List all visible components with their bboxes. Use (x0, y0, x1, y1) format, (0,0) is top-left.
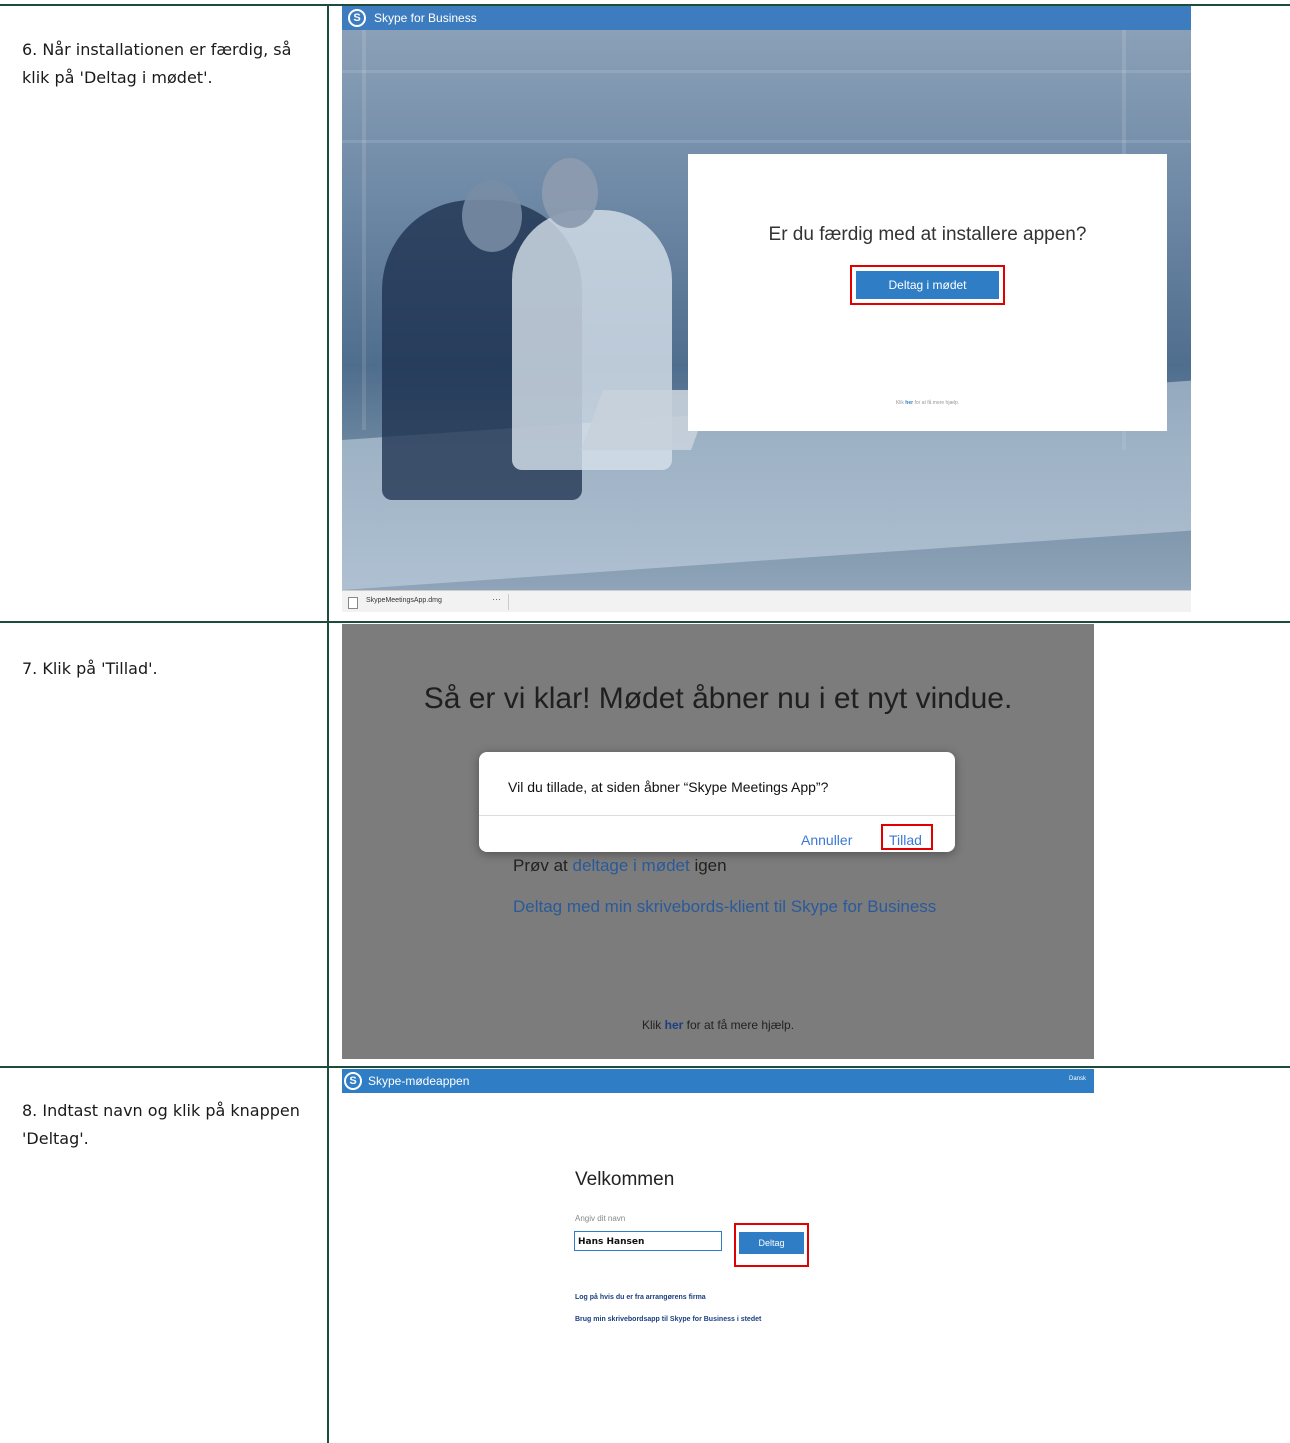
help-prefix: Klik (895, 400, 904, 406)
help-link[interactable]: her (665, 1018, 684, 1032)
permission-message: Vil du tillade, at siden åbner “Skype Me… (508, 779, 829, 795)
file-icon (348, 597, 358, 609)
help-suffix: for at få mere hjælp. (914, 400, 960, 406)
more-options-icon[interactable]: ··· (492, 594, 501, 604)
dialog-question: Er du færdig med at installere appen? (768, 224, 1087, 245)
welcome-heading: Velkommen (575, 1169, 675, 1190)
highlight-box: Deltag i mødet (850, 265, 1005, 305)
help-suffix: for at få mere hjælp. (686, 1018, 795, 1032)
open-app-permission-dialog: Vil du tillade, at siden åbner “Skype Me… (479, 752, 955, 852)
name-field-label: Angiv dit navn (575, 1214, 626, 1223)
background-shelf (342, 140, 1191, 143)
language-selector[interactable]: Dansk (1069, 1076, 1086, 1082)
name-input[interactable]: Hans Hansen (574, 1231, 722, 1251)
photo-person-man-head (462, 180, 522, 252)
row-divider (0, 621, 1290, 623)
download-bar: SkypeMeetingsApp.dmg ··· (342, 590, 1191, 612)
install-confirm-dialog: Er du færdig med at installere appen? De… (688, 154, 1167, 431)
retry-suffix: igen (694, 856, 727, 875)
download-filename[interactable]: SkypeMeetingsApp.dmg (366, 597, 442, 604)
step-7-instruction: 7. Klik på 'Tillad'. (22, 659, 158, 678)
help-prefix: Klik (641, 1018, 662, 1032)
app-title: Skype-mødeappen (368, 1074, 470, 1088)
background-shelf (342, 70, 1191, 73)
row-divider (0, 1066, 1290, 1068)
photo-person-woman-head (542, 158, 598, 228)
screenshot-install-complete: S Skype for Business Er du færdig med at… (342, 6, 1191, 612)
help-text: Klik her for at få mere hjælp. (342, 1018, 1094, 1032)
dialog-divider (479, 815, 955, 816)
app-title: Skype for Business (374, 11, 477, 25)
retry-line: Prøv at deltage i mødet igen (513, 856, 727, 876)
join-meeting-button[interactable]: Deltag i mødet (856, 271, 999, 299)
screenshot-meeting-app-join: S Skype-mødeappen Dansk Velkommen Angiv … (342, 1069, 1094, 1324)
join-button[interactable]: Deltag (739, 1232, 804, 1254)
desktop-app-link[interactable]: Brug min skrivebordsapp til Skype for Bu… (575, 1316, 761, 1323)
help-link[interactable]: her (905, 400, 913, 406)
column-divider (327, 4, 329, 1443)
skype-logo-icon: S (348, 9, 366, 27)
download-separator (508, 594, 509, 610)
step-8-instruction: 8. Indtast navn og klik på knappen 'Delt… (22, 1101, 300, 1148)
allow-button[interactable]: Tillad (889, 832, 922, 848)
desktop-client-link[interactable]: Deltag med min skrivebords-klient til Sk… (513, 897, 936, 917)
screenshot-allow-dialog: Så er vi klar! Mødet åbner nu i et nyt v… (342, 624, 1094, 1059)
cancel-button[interactable]: Annuller (801, 832, 852, 848)
skype-app-title-bar: S Skype-mødeappen Dansk (342, 1069, 1094, 1093)
background-shelf (362, 30, 366, 430)
step-6-instruction: 6. Når installationen er færdig, så klik… (22, 40, 292, 87)
skype-title-bar: S Skype for Business (342, 6, 1191, 30)
ready-headline: Så er vi klar! Mødet åbner nu i et nyt v… (423, 682, 1013, 715)
help-text: Klik her for at få mere hjælp. (688, 400, 1167, 406)
skype-logo-icon: S (344, 1072, 362, 1090)
retry-join-link[interactable]: deltage i mødet (573, 856, 690, 875)
retry-prefix: Prøv at (513, 856, 568, 875)
organizer-signin-link[interactable]: Log på hvis du er fra arrangørens firma (575, 1294, 706, 1301)
